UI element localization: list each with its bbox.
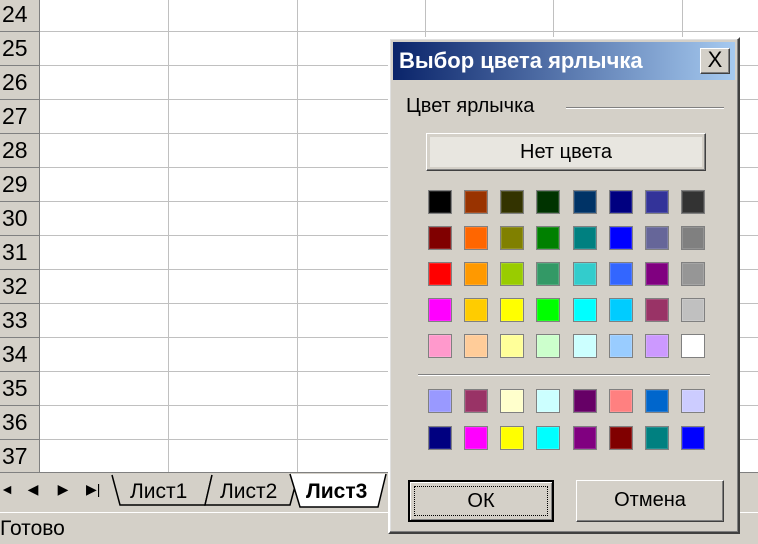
color-swatch[interactable] <box>645 426 669 450</box>
color-swatch[interactable] <box>464 334 488 358</box>
row-header[interactable]: 36 <box>0 406 40 440</box>
color-swatch[interactable] <box>609 298 633 322</box>
color-swatch[interactable] <box>428 298 452 322</box>
row-header[interactable]: 28 <box>0 134 40 168</box>
color-swatch[interactable] <box>500 426 524 450</box>
color-swatch[interactable] <box>428 190 452 214</box>
color-swatch[interactable] <box>609 226 633 250</box>
color-swatch[interactable] <box>681 298 705 322</box>
color-swatch[interactable] <box>573 262 597 286</box>
group-divider <box>566 107 724 109</box>
row-header[interactable]: 32 <box>0 270 40 304</box>
color-swatch[interactable] <box>500 334 524 358</box>
sheet-tab-list1[interactable]: Лист1 <box>130 480 187 504</box>
row-header[interactable]: 30 <box>0 202 40 236</box>
sheet-tab-list3[interactable]: Лист3 <box>306 480 367 504</box>
row-header[interactable]: 37 <box>0 440 40 474</box>
color-swatch[interactable] <box>573 426 597 450</box>
row-header[interactable]: 34 <box>0 338 40 372</box>
color-swatch[interactable] <box>609 334 633 358</box>
color-swatch[interactable] <box>464 262 488 286</box>
row-header[interactable]: 27 <box>0 100 40 134</box>
dialog-titlebar[interactable]: Выбор цвета ярлычка X <box>393 42 735 80</box>
color-swatch[interactable] <box>536 334 560 358</box>
color-swatch[interactable] <box>500 190 524 214</box>
color-swatch[interactable] <box>464 190 488 214</box>
row-header[interactable]: 29 <box>0 168 40 202</box>
palette-separator <box>418 374 710 376</box>
status-text: Готово <box>0 517 65 540</box>
color-swatch[interactable] <box>428 426 452 450</box>
group-label: Цвет ярлычка <box>406 95 535 117</box>
color-swatch[interactable] <box>645 226 669 250</box>
color-swatch[interactable] <box>645 262 669 286</box>
color-swatch[interactable] <box>428 262 452 286</box>
color-swatch[interactable] <box>536 389 560 413</box>
color-swatch[interactable] <box>573 389 597 413</box>
previous-sheet-nav-icon[interactable]: ◀ <box>26 481 40 498</box>
color-swatch[interactable] <box>609 190 633 214</box>
color-swatch[interactable] <box>573 190 597 214</box>
color-swatch[interactable] <box>645 190 669 214</box>
color-swatch[interactable] <box>464 226 488 250</box>
last-sheet-nav-icon[interactable]: ▶| <box>86 481 100 498</box>
color-swatch[interactable] <box>500 262 524 286</box>
color-swatch[interactable] <box>464 389 488 413</box>
color-swatch[interactable] <box>536 298 560 322</box>
row-header[interactable]: 26 <box>0 66 40 100</box>
color-swatch[interactable] <box>609 262 633 286</box>
color-swatch[interactable] <box>573 226 597 250</box>
grid-column-line <box>297 0 298 472</box>
color-swatch[interactable] <box>573 298 597 322</box>
color-swatch[interactable] <box>681 334 705 358</box>
cancel-button[interactable]: Отмена <box>576 480 724 522</box>
tab-color-dialog: Выбор цвета ярлычка X Цвет ярлычка Нет ц… <box>388 37 740 534</box>
row-header[interactable]: 31 <box>0 236 40 270</box>
color-swatch[interactable] <box>536 226 560 250</box>
color-swatch[interactable] <box>573 334 597 358</box>
color-swatch[interactable] <box>536 426 560 450</box>
color-swatch[interactable] <box>428 226 452 250</box>
color-swatch[interactable] <box>681 190 705 214</box>
color-swatch[interactable] <box>500 389 524 413</box>
ok-button[interactable]: ОК <box>408 480 554 522</box>
color-swatch[interactable] <box>464 426 488 450</box>
color-swatch[interactable] <box>464 298 488 322</box>
close-button[interactable]: X <box>700 48 730 74</box>
dialog-title: Выбор цвета ярлычка <box>399 48 643 73</box>
color-swatch[interactable] <box>681 389 705 413</box>
color-swatch[interactable] <box>609 426 633 450</box>
color-swatch[interactable] <box>536 190 560 214</box>
color-swatch[interactable] <box>645 298 669 322</box>
row-header[interactable]: 33 <box>0 304 40 338</box>
sheet-tab-list2[interactable]: Лист2 <box>220 480 277 504</box>
grid-column-line <box>168 0 169 472</box>
first-sheet-nav-icon[interactable]: ◄ <box>0 481 14 497</box>
row-header[interactable]: 35 <box>0 372 40 406</box>
color-swatch[interactable] <box>681 262 705 286</box>
no-color-button[interactable]: Нет цвета <box>426 133 706 171</box>
color-swatch[interactable] <box>645 389 669 413</box>
close-icon: X <box>707 47 723 72</box>
color-swatch[interactable] <box>681 226 705 250</box>
row-header[interactable]: 25 <box>0 32 40 66</box>
row-header[interactable]: 24 <box>0 0 40 32</box>
color-swatch[interactable] <box>428 389 452 413</box>
next-sheet-nav-icon[interactable]: ▶ <box>56 481 70 498</box>
color-swatch[interactable] <box>609 389 633 413</box>
color-swatch[interactable] <box>500 298 524 322</box>
color-swatch[interactable] <box>645 334 669 358</box>
color-swatch[interactable] <box>428 334 452 358</box>
color-swatch[interactable] <box>500 226 524 250</box>
color-swatch[interactable] <box>681 426 705 450</box>
color-swatch[interactable] <box>536 262 560 286</box>
grid-row-line <box>40 31 758 32</box>
